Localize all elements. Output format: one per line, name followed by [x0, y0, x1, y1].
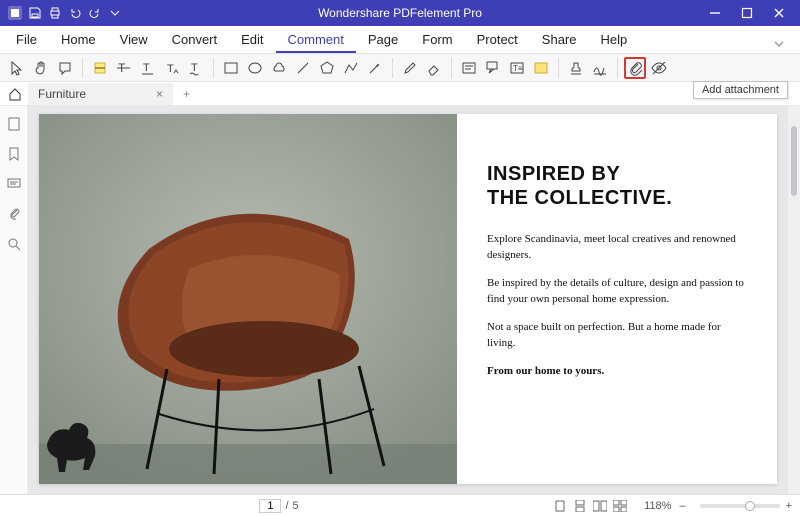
separator — [82, 58, 83, 78]
menu-convert[interactable]: Convert — [160, 27, 230, 53]
tab-close-icon[interactable]: × — [156, 87, 163, 101]
title-bar: Wondershare PDFelement Pro — [0, 0, 800, 26]
menu-share[interactable]: Share — [530, 27, 589, 53]
status-bar: / 5 118% – + — [0, 494, 800, 516]
two-page-view-icon[interactable] — [592, 498, 608, 514]
page-total: 5 — [293, 500, 299, 512]
document-tab-label: Furniture — [38, 87, 86, 101]
vertical-scrollbar[interactable] — [788, 106, 800, 494]
menu-file[interactable]: File — [4, 27, 49, 53]
menu-help[interactable]: Help — [589, 27, 640, 53]
underline-tool-icon[interactable]: T — [137, 57, 159, 79]
menu-protect[interactable]: Protect — [465, 27, 530, 53]
line-tool-icon[interactable] — [292, 57, 314, 79]
eraser-tool-icon[interactable] — [423, 57, 445, 79]
ribbon-toolbar: T T T T T≡ Add attachment — [0, 54, 800, 82]
document-tab[interactable]: Furniture × — [28, 83, 173, 105]
left-sidebar — [0, 106, 28, 494]
separator — [392, 58, 393, 78]
cloud-tool-icon[interactable] — [268, 57, 290, 79]
separator — [451, 58, 452, 78]
window-title: Wondershare PDFelement Pro — [0, 6, 800, 20]
menu-edit[interactable]: Edit — [229, 27, 275, 53]
attachment-tool-icon[interactable] — [624, 57, 646, 79]
menu-overflow-icon[interactable] — [762, 35, 796, 53]
pencil-tool-icon[interactable] — [399, 57, 421, 79]
doc-paragraph: Explore Scandinavia, meet local creative… — [487, 232, 747, 264]
single-page-view-icon[interactable] — [552, 498, 568, 514]
signature-tool-icon[interactable] — [589, 57, 611, 79]
stamp-tool-icon[interactable] — [565, 57, 587, 79]
svg-text:T: T — [191, 62, 198, 74]
doc-paragraph: Be inspired by the details of culture, d… — [487, 276, 747, 308]
thumbnails-panel-icon[interactable] — [6, 116, 22, 132]
note-tool-icon[interactable] — [54, 57, 76, 79]
zoom-in-icon[interactable]: + — [786, 500, 792, 512]
page-text-column: INSPIRED BYTHE COLLECTIVE. Explore Scand… — [457, 114, 777, 484]
page-image — [39, 114, 457, 484]
svg-text:T≡: T≡ — [513, 64, 523, 73]
home-tab-icon[interactable] — [6, 85, 24, 103]
doc-heading: INSPIRED BYTHE COLLECTIVE. — [487, 162, 747, 210]
attachments-panel-icon[interactable] — [6, 206, 22, 222]
strikethrough-tool-icon[interactable]: T — [113, 57, 135, 79]
typewriter-tool-icon[interactable]: T≡ — [506, 57, 528, 79]
menu-form[interactable]: Form — [410, 27, 464, 53]
zoom-level: 118% — [644, 500, 671, 512]
caret-tool-icon[interactable]: T — [161, 57, 183, 79]
search-panel-icon[interactable] — [6, 236, 22, 252]
menu-home[interactable]: Home — [49, 27, 108, 53]
comments-panel-icon[interactable] — [6, 176, 22, 192]
callout-tool-icon[interactable] — [482, 57, 504, 79]
connected-lines-tool-icon[interactable] — [340, 57, 362, 79]
hide-annotations-icon[interactable] — [648, 57, 670, 79]
page-separator: / — [285, 500, 288, 512]
menu-page[interactable]: Page — [356, 27, 410, 53]
svg-text:T: T — [167, 63, 174, 75]
separator — [617, 58, 618, 78]
select-tool-icon[interactable] — [6, 57, 28, 79]
menu-comment[interactable]: Comment — [276, 27, 356, 53]
document-tab-bar: Furniture × + — [0, 82, 800, 106]
highlight-tool-icon[interactable] — [89, 57, 111, 79]
rectangle-tool-icon[interactable] — [220, 57, 242, 79]
separator — [558, 58, 559, 78]
page-number-input[interactable] — [259, 499, 281, 513]
polygon-tool-icon[interactable] — [316, 57, 338, 79]
doc-paragraph: From our home to yours. — [487, 364, 747, 380]
doc-paragraph: Not a space built on perfection. But a h… — [487, 320, 747, 352]
new-tab-icon[interactable]: + — [183, 87, 190, 101]
two-page-continuous-view-icon[interactable] — [612, 498, 628, 514]
arrow-tool-icon[interactable] — [364, 57, 386, 79]
zoom-slider-knob[interactable] — [745, 501, 755, 511]
zoom-out-icon[interactable]: – — [679, 500, 685, 512]
document-viewport[interactable]: INSPIRED BYTHE COLLECTIVE. Explore Scand… — [28, 106, 788, 494]
separator — [213, 58, 214, 78]
svg-text:T: T — [143, 62, 150, 74]
scrollbar-thumb[interactable] — [791, 126, 797, 196]
continuous-view-icon[interactable] — [572, 498, 588, 514]
textbox-tool-icon[interactable] — [458, 57, 480, 79]
zoom-slider[interactable] — [700, 504, 780, 508]
area-highlight-tool-icon[interactable] — [530, 57, 552, 79]
squiggly-tool-icon[interactable]: T — [185, 57, 207, 79]
work-area: INSPIRED BYTHE COLLECTIVE. Explore Scand… — [0, 106, 800, 494]
tooltip-add-attachment: Add attachment — [693, 81, 788, 99]
menu-view[interactable]: View — [108, 27, 160, 53]
bookmarks-panel-icon[interactable] — [6, 146, 22, 162]
menu-bar: File Home View Convert Edit Comment Page… — [0, 26, 800, 54]
pdf-page: INSPIRED BYTHE COLLECTIVE. Explore Scand… — [39, 114, 777, 484]
hand-tool-icon[interactable] — [30, 57, 52, 79]
oval-tool-icon[interactable] — [244, 57, 266, 79]
